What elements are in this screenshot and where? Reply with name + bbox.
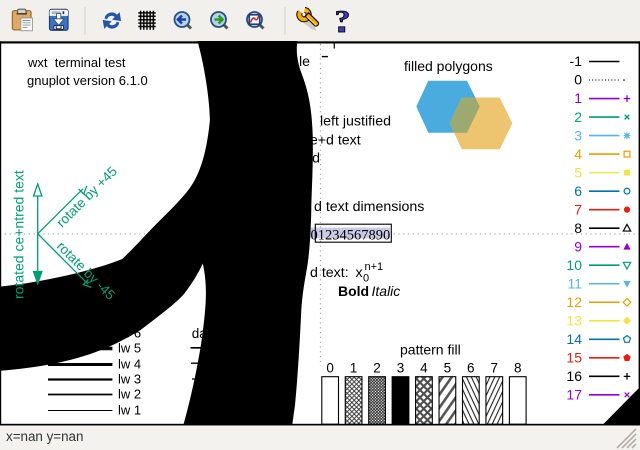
svg-text:lw 4: lw 4 <box>118 356 141 371</box>
svg-text:left justified: left justified <box>320 114 391 130</box>
svg-text:16: 16 <box>566 368 582 384</box>
svg-text:lw 3: lw 3 <box>118 371 141 386</box>
svg-text:14: 14 <box>566 331 582 347</box>
svg-text:0: 0 <box>574 72 582 88</box>
svg-text:4: 4 <box>574 146 582 162</box>
svg-text:lw 1: lw 1 <box>118 402 141 417</box>
svg-text:2: 2 <box>574 109 582 125</box>
svg-text:1: 1 <box>574 90 582 106</box>
svg-text:8: 8 <box>514 361 522 376</box>
svg-text:15: 15 <box>566 350 582 366</box>
svg-text:pattern fill: pattern fill <box>400 342 461 358</box>
svg-text:5: 5 <box>574 164 582 180</box>
svg-text:x: x <box>356 265 363 281</box>
svg-text:n+1: n+1 <box>365 261 384 273</box>
svg-text:d text:: d text: <box>310 265 349 281</box>
svg-text:lw 2: lw 2 <box>118 386 141 401</box>
svg-text:17: 17 <box>566 387 582 403</box>
svg-text:8: 8 <box>574 220 582 236</box>
svg-text:gnuplot version 6.1.0: gnuplot version 6.1.0 <box>27 73 148 88</box>
svg-text:10: 10 <box>566 257 582 273</box>
svg-text:filled polygons: filled polygons <box>404 58 493 74</box>
svg-text:2: 2 <box>373 361 381 376</box>
svg-text:Bold: Bold <box>338 283 369 299</box>
svg-text:13: 13 <box>566 312 582 328</box>
svg-text:3: 3 <box>397 361 405 376</box>
svg-text:3: 3 <box>574 127 582 143</box>
svg-text:6: 6 <box>574 183 582 199</box>
svg-text:0: 0 <box>326 361 334 376</box>
svg-text:rotated ce+ntred text: rotated ce+ntred text <box>11 170 27 299</box>
svg-text:rotate by +45: rotate by +45 <box>54 164 121 231</box>
svg-text:9: 9 <box>574 238 582 254</box>
svg-text:1: 1 <box>350 361 358 376</box>
svg-text:lw 5: lw 5 <box>118 340 141 355</box>
svg-text:Italic: Italic <box>372 283 401 299</box>
svg-text:4: 4 <box>420 361 428 376</box>
svg-text:11: 11 <box>567 275 582 291</box>
svg-text:12: 12 <box>566 294 582 310</box>
svg-text:7: 7 <box>574 201 582 217</box>
svg-text:5: 5 <box>444 361 452 376</box>
svg-text:le: le <box>299 54 310 70</box>
svg-text:d text dimensions: d text dimensions <box>314 199 424 215</box>
svg-text:6: 6 <box>467 361 475 376</box>
svg-text:-1: -1 <box>570 53 583 69</box>
svg-text:wxt terminal test: wxt terminal test <box>27 55 126 70</box>
svg-text:7: 7 <box>490 361 498 376</box>
